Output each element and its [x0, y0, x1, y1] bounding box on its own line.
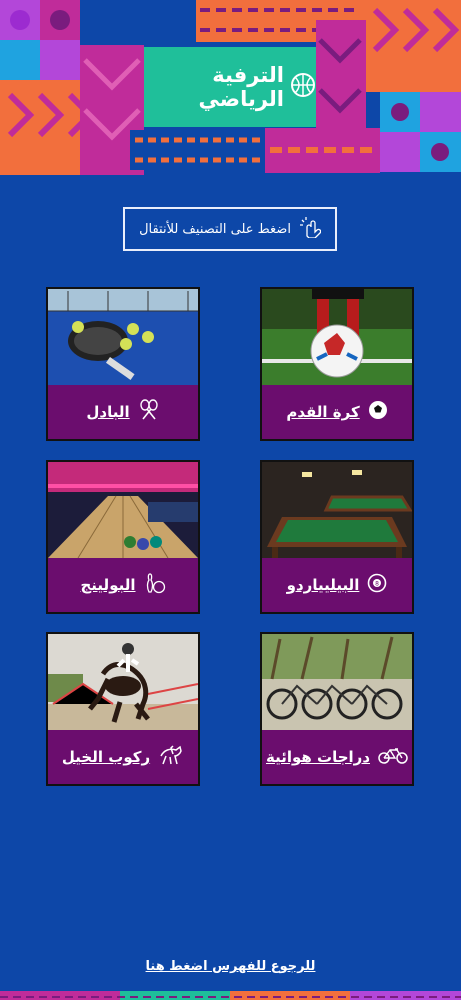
category-label[interactable]: البادل: [48, 385, 198, 439]
category-label[interactable]: كرة القدم: [262, 385, 412, 439]
header-banner: الترفية الرياضي: [0, 0, 461, 175]
bowling-photo: [48, 462, 198, 558]
footer-pattern: [0, 988, 461, 1000]
bicycle-icon: [378, 745, 408, 769]
category-card-football[interactable]: كرة القدم: [260, 287, 414, 441]
horse-riding-icon: [158, 744, 184, 770]
football-photo: [262, 289, 412, 385]
category-card-horse-riding[interactable]: ركوب الخيل: [46, 632, 200, 786]
page-title-box: الترفية الرياضي: [144, 47, 316, 127]
horse-riding-photo: [48, 634, 198, 730]
billiards-photo: [262, 462, 412, 558]
category-label[interactable]: ركوب الخيل: [48, 730, 198, 784]
instruction-text: اضغط على التصنيف للأنتقال: [139, 221, 291, 237]
category-label[interactable]: دراجات هوائية: [262, 730, 412, 784]
instruction-box: اضغط على التصنيف للأنتقال: [123, 207, 337, 251]
basketball-icon: [290, 72, 316, 102]
soccer-ball-icon: [368, 400, 388, 424]
svg-text:8: 8: [375, 581, 379, 588]
category-card-bowling[interactable]: البولينج: [46, 460, 200, 614]
back-to-index: للرجوع للفهرس اضغط هنا: [0, 955, 461, 974]
page-title: الترفية الرياضي: [198, 63, 284, 111]
category-card-billiards[interactable]: 8 البيليياردو: [260, 460, 414, 614]
padel-photo: [48, 289, 198, 385]
bicycles-photo: [262, 634, 412, 730]
category-card-padel[interactable]: البادل: [46, 287, 200, 441]
footer-decoration: [0, 991, 461, 1000]
bowling-icon: [144, 572, 166, 598]
tap-hand-icon: [299, 216, 322, 242]
back-to-index-link[interactable]: للرجوع للفهرس اضغط هنا: [146, 959, 316, 974]
category-label[interactable]: 8 البيليياردو: [262, 558, 412, 612]
crossed-rackets-icon: [138, 399, 160, 425]
billiard-ball-8-icon: 8: [367, 573, 387, 597]
category-card-bicycles[interactable]: دراجات هوائية: [260, 632, 414, 786]
category-label[interactable]: البولينج: [48, 558, 198, 612]
